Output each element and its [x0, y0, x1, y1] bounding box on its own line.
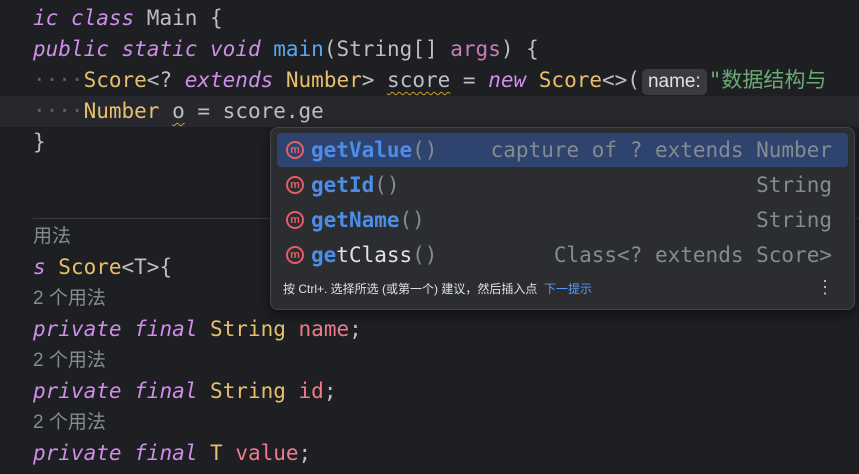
code-line-5[interactable]: }	[33, 127, 46, 158]
completion-item-name: getId()	[311, 168, 400, 202]
paren-text: ()	[412, 243, 438, 267]
usage-label: 2 个用法	[33, 288, 106, 309]
generic-token: <>(	[602, 68, 640, 92]
class-name-token: Main	[146, 6, 211, 30]
keyword-token: ic	[33, 6, 71, 30]
type-token: Score	[83, 68, 147, 92]
completion-item-name: getValue()	[311, 133, 437, 167]
keyword-token: new	[488, 68, 539, 92]
match-text: get	[311, 138, 349, 162]
match-text: get	[311, 208, 349, 232]
rest-text: tClass	[336, 243, 413, 267]
method-icon: m	[286, 246, 304, 264]
completion-popup: m getValue() capture of ? extends Number…	[270, 127, 855, 310]
paren-text: ()	[374, 173, 400, 197]
keyword-token: s	[33, 255, 59, 279]
completion-item-type: Class<? extends Score>	[553, 243, 832, 267]
type-token: Number	[285, 68, 362, 92]
indent-guide: ····	[33, 99, 84, 123]
keyword-token: private	[33, 379, 135, 403]
code-line-7[interactable]: s Score<T>{	[33, 252, 172, 283]
next-tip-link[interactable]: 下一提示	[544, 282, 592, 296]
keyword-token: final	[134, 379, 211, 403]
type-token: (String[]	[323, 37, 451, 61]
field-token: value	[235, 441, 299, 465]
code-line-2[interactable]: public static void main(String[] args) {	[33, 34, 539, 65]
code-line-1[interactable]: ic class Main {	[33, 3, 223, 34]
semicolon-token: ;	[298, 441, 312, 465]
completion-item-getname[interactable]: m getName() String	[277, 203, 848, 237]
field-token: id	[298, 379, 324, 403]
keyword-token: class	[70, 6, 147, 30]
usage-label: 用法	[33, 226, 72, 247]
keyword-token: private	[33, 317, 135, 341]
usage-label: 2 个用法	[33, 412, 106, 433]
completion-item-getvalue[interactable]: m getValue() capture of ? extends Number	[277, 133, 848, 167]
rest-text: Id	[348, 173, 375, 197]
keyword-token: final	[134, 317, 211, 341]
brace-token: }	[33, 130, 46, 154]
type-token: T	[210, 441, 236, 465]
completion-item-type: String	[756, 173, 832, 197]
usage-hint[interactable]: 用法	[33, 221, 71, 252]
generic-token: >	[361, 68, 388, 92]
variable-token: score	[387, 68, 451, 92]
method-icon: m	[286, 141, 304, 159]
type-token: Number	[83, 99, 173, 123]
completion-footer: 按 Ctrl+. 选择所选 (或第一个) 建议，然后插入点 下一提示	[283, 280, 592, 297]
usage-label: 2 个用法	[33, 350, 106, 371]
code-line-4[interactable]: ····Number o = score.ge	[33, 96, 324, 127]
keyword-token: static	[121, 37, 211, 61]
completion-item-type: String	[756, 208, 832, 232]
code-line-13[interactable]: private final T value;	[33, 438, 311, 469]
type-token: String	[210, 317, 299, 341]
more-options-icon[interactable]: ⋮	[816, 278, 834, 296]
usage-hint[interactable]: 2 个用法	[33, 283, 106, 314]
paren-text: ()	[399, 208, 425, 232]
semicolon-token: ;	[349, 317, 362, 341]
keyword-token: private	[33, 441, 135, 465]
keyword-token: extends	[184, 68, 286, 92]
completion-item-type: capture of ? extends Number	[490, 138, 832, 162]
indent-guide: ····	[33, 68, 84, 92]
footer-hint-text: 按 Ctrl+. 选择所选 (或第一个) 建议，然后插入点	[283, 282, 538, 296]
match-text: get	[311, 173, 349, 197]
variable-token: o	[172, 99, 185, 123]
code-line-3[interactable]: ····Score<? extends Number> score = new …	[33, 65, 826, 96]
rest-text: Name	[348, 208, 400, 232]
type-token: String	[210, 379, 299, 403]
completion-item-name: getName()	[311, 203, 425, 237]
completion-item-name: getClass()	[311, 238, 437, 272]
parameter-hint: name:	[641, 69, 707, 95]
generic-token: <T>{	[121, 255, 173, 279]
operator-token: =	[450, 68, 489, 92]
method-name-token: main	[273, 37, 324, 61]
generic-token: <?	[146, 68, 185, 92]
completion-item-getid[interactable]: m getId() String	[277, 168, 848, 202]
brace-token: ) {	[500, 37, 539, 61]
code-line-11[interactable]: private final String id;	[33, 376, 336, 407]
code-line-9[interactable]: private final String name;	[33, 314, 362, 345]
usage-hint[interactable]: 2 个用法	[33, 407, 106, 438]
keyword-token: final	[134, 441, 211, 465]
keyword-token: void	[210, 37, 274, 61]
method-icon: m	[286, 211, 304, 229]
class-name-token: Score	[58, 255, 122, 279]
method-icon: m	[286, 176, 304, 194]
usage-hint[interactable]: 2 个用法	[33, 345, 106, 376]
match-text: ge	[311, 243, 337, 267]
string-token: "数据结构与	[708, 68, 827, 92]
type-token: Score	[538, 68, 602, 92]
rest-text: Value	[348, 138, 413, 162]
semicolon-token: ;	[323, 379, 337, 403]
parameter-token: args	[450, 37, 501, 61]
completion-item-getclass[interactable]: m getClass() Class<? extends Score>	[277, 238, 848, 272]
keyword-token: public	[33, 37, 122, 61]
expression-token: = score.ge	[184, 99, 324, 123]
paren-text: ()	[412, 138, 438, 162]
field-token: name	[298, 317, 350, 341]
brace-token: {	[210, 6, 223, 30]
